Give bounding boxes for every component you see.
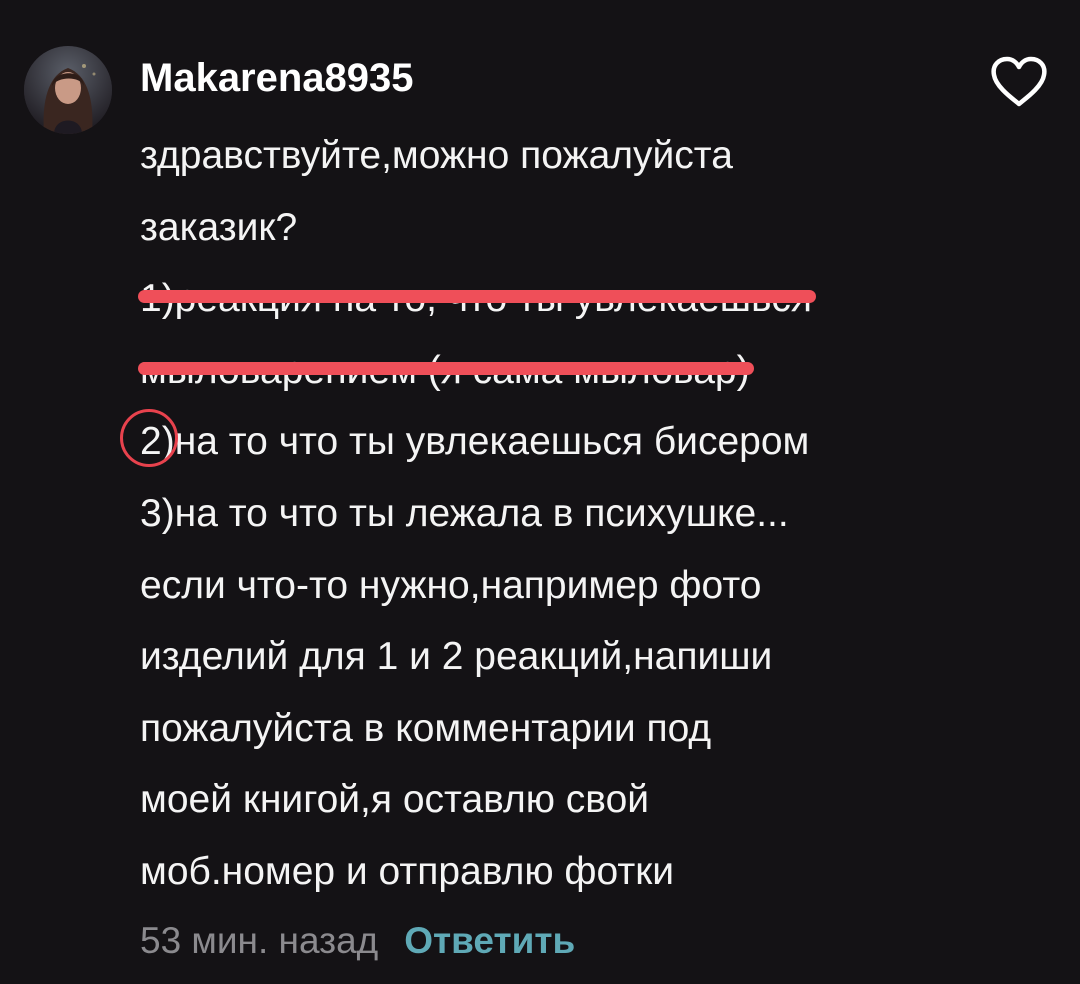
item-number: 2 <box>140 420 162 464</box>
item-text: )на то что ты увлекаешься бисером <box>161 420 810 464</box>
comment-line: пожалуйста в комментарии под <box>140 706 712 750</box>
reply-button[interactable]: Ответить <box>404 920 575 962</box>
strikethrough-text: 1)реакция на то, что ты увлекаешься <box>137 263 817 335</box>
comment-line: моей книгой,я оставлю свой <box>140 778 650 822</box>
strikethrough-text: мыловарением (я сама мыловар) <box>138 335 754 407</box>
comment-meta: 53 мин. назад Ответить <box>140 910 575 972</box>
comment-text: здравствуйте,можно пожалуйста заказик? 1… <box>120 120 1020 908</box>
comment-line-struck: мыловарением (я сама мыловар) <box>138 335 1020 407</box>
comment-line-struck: 1)реакция на то, что ты увлекаешься <box>137 263 1020 335</box>
user-avatar-icon <box>24 46 112 134</box>
comment-line: изделий для 1 и 2 реакций,напиши <box>140 635 773 679</box>
timestamp: 53 мин. назад <box>140 920 379 961</box>
heart-icon <box>991 56 1047 107</box>
comment-card: Makarena8935 здравствуйте,можно пожалуйс… <box>0 0 1080 984</box>
comment-line: 3)на то что ты лежала в психушке... <box>140 491 789 535</box>
comment-line: здравствуйте,можно пожалуйста <box>140 134 733 177</box>
avatar[interactable] <box>24 46 112 134</box>
comment-line: моб.номер и отправлю фотки <box>140 849 675 893</box>
comment-line: если что-то нужно,например фото <box>140 563 762 607</box>
like-button[interactable] <box>990 56 1048 108</box>
username[interactable]: Makarena8935 <box>140 50 414 106</box>
circled-number: 2 <box>120 406 178 478</box>
comment-line: заказик? <box>140 205 298 249</box>
comment-line-circled: 2)на то что ты увлекаешься бисером <box>120 406 1020 478</box>
